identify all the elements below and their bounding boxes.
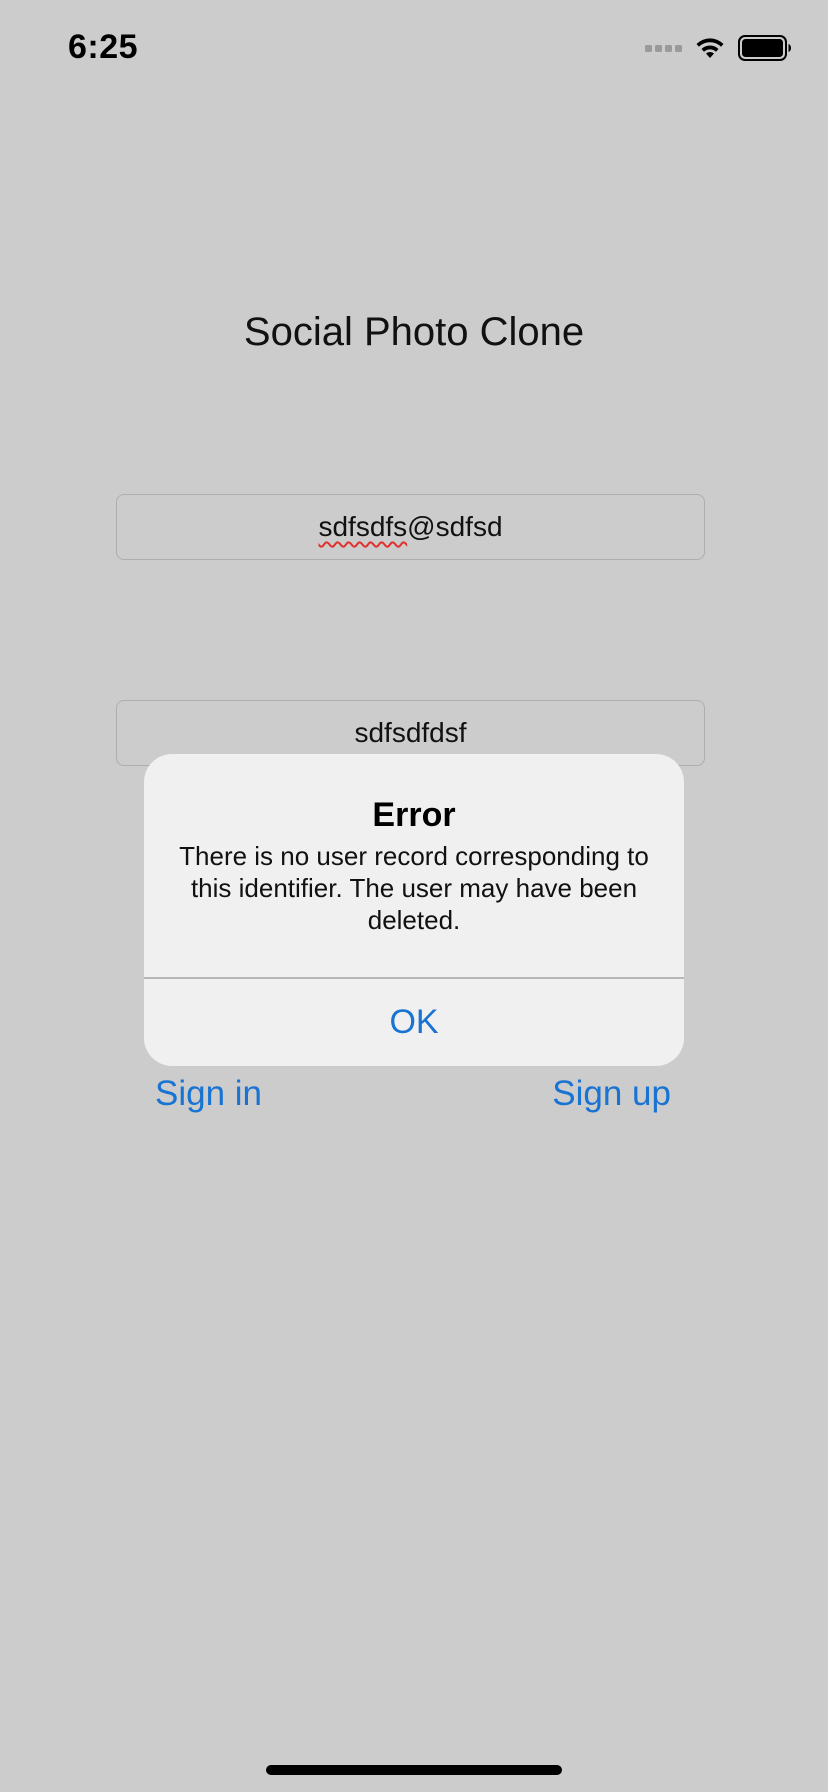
email-value-misspelled: sdfsdfs [318,511,408,542]
status-icons [645,35,792,61]
battery-icon [738,35,792,61]
home-indicator[interactable] [266,1765,562,1775]
status-time: 6:25 [68,28,139,66]
sign-in-button[interactable]: Sign in [155,1074,262,1114]
alert-ok-button[interactable]: OK [144,979,684,1066]
email-field[interactable]: sdfsdfs @sdfsd [116,494,705,560]
error-alert: Error There is no user record correspond… [144,754,684,1066]
wifi-icon [694,36,726,60]
sign-up-button[interactable]: Sign up [552,1074,671,1114]
password-value: sdfsdfdsf [354,717,467,748]
alert-title: Error [372,796,456,834]
cellular-signal-icon [645,44,682,52]
alert-message: There is no user record corresponding to… [179,841,649,935]
status-bar: 6:25 [0,0,828,100]
email-value-domain: @sdfsd [407,511,503,542]
app-title: Social Photo Clone [243,310,585,354]
